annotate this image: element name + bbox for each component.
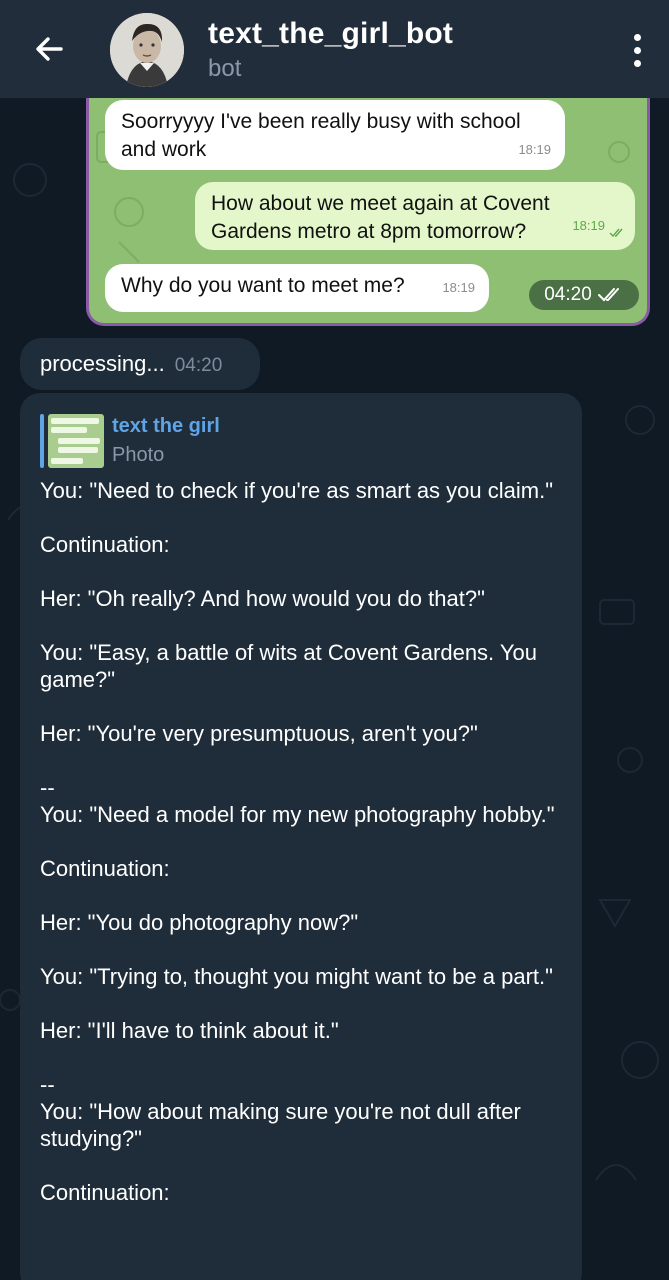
photo-message-text: Soorryyyy I've been really busy with sch… [121, 110, 521, 161]
message-line: Her: "Oh really? And how would you do th… [40, 586, 485, 611]
portrait-avatar-image [110, 13, 184, 87]
message-line: You: "How about making sure you're not d… [40, 1099, 521, 1151]
processing-message[interactable]: processing... 04:20 [20, 338, 260, 390]
reply-sender-name: text the girl [112, 415, 220, 437]
more-vertical-icon-dot [633, 46, 641, 54]
message-line: Her: "I'll have to think about it." [40, 1018, 339, 1043]
more-vertical-icon-dot [633, 59, 641, 67]
double-check-icon [597, 288, 619, 302]
chat-screenshot-photo[interactable]: Soorryyyy I've been really busy with sch… [86, 92, 650, 326]
message-line: Continuation: [40, 532, 170, 557]
more-vertical-icon [633, 33, 641, 41]
photo-message-text: Why do you want to meet me? [121, 274, 405, 297]
message-line: You: "Need a model for my new photograph… [40, 802, 555, 827]
message-body: You: "Need to check if you're as smart a… [40, 477, 568, 1206]
message-line: Continuation: [40, 856, 170, 881]
reply-type-label: Photo [112, 444, 165, 466]
bot-message[interactable]: text the girl Photo You: "Need to check … [20, 393, 582, 1280]
message-line: -- [40, 1072, 55, 1097]
photo-badge-time: 04:20 [544, 284, 592, 305]
photo-message-time: 18:19 [518, 142, 551, 157]
chat-title[interactable]: text_the_girl_bot [208, 17, 453, 51]
processing-text: processing... [40, 351, 165, 376]
arrow-left-icon [36, 37, 63, 61]
photo-time-badge: 04:20 [529, 280, 639, 310]
message-line: Her: "You do photography now?" [40, 910, 359, 935]
photo-message-text: How about we meet again at Covent Garden… [211, 192, 550, 243]
chat-header: text_the_girl_bot bot [0, 0, 669, 98]
message-line: You: "Easy, a battle of wits at Covent G… [40, 640, 538, 692]
photo-message-time: 18:19 [442, 280, 475, 295]
message-line: You: "Trying to, thought you might want … [40, 964, 553, 989]
processing-time: 04:20 [174, 355, 223, 376]
more-options-button[interactable] [623, 28, 651, 72]
photo-message-time: 18:19 [572, 218, 605, 233]
photo-message-incoming-1: Soorryyyy I've been really busy with sch… [105, 100, 565, 170]
photo-message-incoming-2: Why do you want to meet me? 18:19 [105, 264, 489, 312]
reply-accent-bar [40, 414, 44, 468]
message-line: Her: "You're very presumptuous, aren't y… [40, 721, 478, 746]
avatar[interactable] [110, 13, 184, 87]
reply-thumbnail [48, 414, 104, 468]
message-line: -- [40, 775, 55, 800]
double-check-icon [609, 228, 623, 238]
chat-subtitle: bot [208, 55, 242, 82]
back-button[interactable] [26, 26, 72, 72]
reply-preview[interactable]: text the girl Photo [40, 413, 220, 469]
message-line: You: "Need to check if you're as smart a… [40, 478, 554, 503]
message-line: Continuation: [40, 1180, 170, 1205]
photo-message-outgoing: How about we meet again at Covent Garden… [195, 182, 635, 250]
